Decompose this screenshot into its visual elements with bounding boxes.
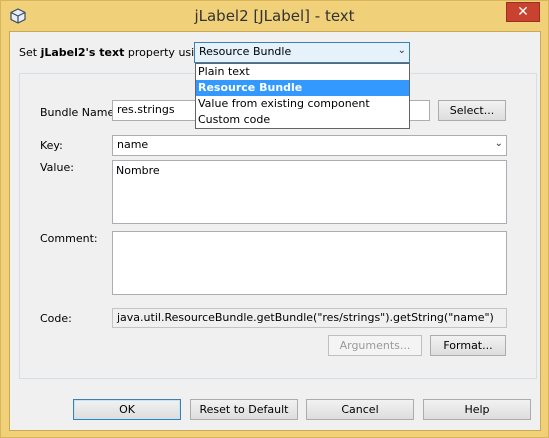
- title-bar[interactable]: jLabel2 [JLabel] - text ✕: [1, 1, 548, 31]
- code-label: Code:: [40, 312, 72, 325]
- bean-name: jLabel2: [40, 46, 86, 59]
- option-existing-component[interactable]: Value from existing component: [196, 96, 409, 112]
- window-title: jLabel2 [JLabel] - text: [194, 7, 355, 25]
- property-mode-label: Set jLabel2's text property using:: [19, 46, 212, 59]
- comment-textarea[interactable]: [112, 231, 507, 295]
- key-value: name: [117, 138, 149, 151]
- property-mode-combo[interactable]: Resource Bundle ⌄: [194, 42, 410, 63]
- format-button[interactable]: Format...: [430, 335, 506, 356]
- select-bundle-button[interactable]: Select...: [438, 100, 506, 121]
- property-name: text: [99, 46, 125, 59]
- key-combo[interactable]: name ⌄: [112, 135, 507, 156]
- dialog-content: Set jLabel2's text property using: Resou…: [9, 31, 541, 431]
- bundle-name-label: Bundle Name:: [40, 106, 118, 119]
- arguments-button[interactable]: Arguments...: [328, 335, 422, 356]
- option-custom-code[interactable]: Custom code: [196, 112, 409, 128]
- chevron-down-icon[interactable]: ⌄: [495, 138, 503, 149]
- ok-button[interactable]: OK: [73, 399, 181, 420]
- value-textarea[interactable]: Nombre: [112, 160, 507, 224]
- dialog-window: jLabel2 [JLabel] - text ✕ Set jLabel2's …: [0, 0, 549, 438]
- option-plain-text[interactable]: Plain text: [196, 64, 409, 80]
- help-button[interactable]: Help: [423, 399, 531, 420]
- close-button[interactable]: ✕: [506, 2, 540, 22]
- key-label: Key:: [40, 139, 63, 152]
- reset-to-default-button[interactable]: Reset to Default: [190, 399, 298, 420]
- chevron-down-icon[interactable]: ⌄: [398, 45, 406, 56]
- code-field: java.util.ResourceBundle.getBundle("res/…: [112, 308, 507, 328]
- label-prefix: Set: [19, 46, 41, 59]
- property-mode-dropdown: Plain text Resource Bundle Value from ex…: [195, 63, 410, 129]
- cancel-button[interactable]: Cancel: [306, 399, 414, 420]
- value-label: Value:: [40, 161, 74, 174]
- comment-label: Comment:: [40, 232, 98, 245]
- label-mid: 's: [85, 46, 100, 59]
- option-resource-bundle[interactable]: Resource Bundle: [196, 80, 409, 96]
- property-mode-value: Resource Bundle: [199, 45, 292, 58]
- close-icon: ✕: [517, 4, 529, 20]
